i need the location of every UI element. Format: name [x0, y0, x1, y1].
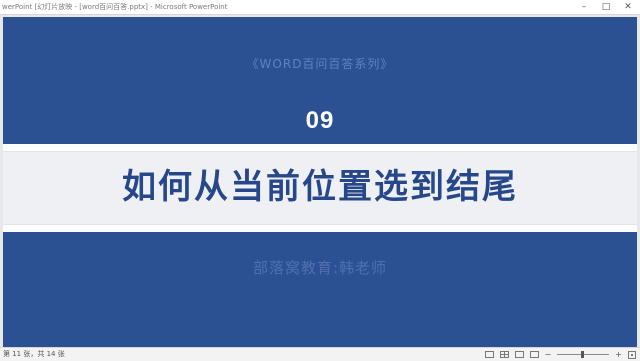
- slide-canvas[interactable]: 《WORD百问百答系列》 09 如何从当前位置选到结尾 部落窝教育:韩老师: [3, 17, 637, 347]
- zoom-slider-thumb[interactable]: [581, 351, 585, 358]
- maximize-button[interactable]: □: [600, 1, 612, 13]
- close-button[interactable]: ✕: [622, 1, 634, 13]
- episode-number: 09: [305, 107, 335, 134]
- title-band-inner: 如何从当前位置选到结尾: [3, 151, 637, 225]
- powerpoint-window: werPoint [幻灯片放映 - [word百问百答.pptx] - Micr…: [0, 0, 640, 361]
- normal-view-icon[interactable]: [484, 351, 494, 358]
- slide-title: 如何从当前位置选到结尾: [122, 167, 518, 207]
- reading-view-icon[interactable]: [514, 351, 524, 358]
- title-band: 如何从当前位置选到结尾: [3, 144, 637, 232]
- slide-sorter-icon[interactable]: [499, 351, 509, 358]
- author-credit: 部落窝教育:韩老师: [252, 259, 388, 277]
- slide-counter: 第 11 张，共 14 张: [3, 350, 65, 358]
- zoom-slider[interactable]: [557, 351, 610, 358]
- zoom-in-button[interactable]: +: [615, 348, 622, 361]
- title-bar: werPoint [幻灯片放映 - [word百问百答.pptx] - Micr…: [0, 0, 640, 15]
- fit-window-icon[interactable]: [628, 350, 636, 359]
- series-subtitle: 《WORD百问百答系列》: [246, 57, 394, 71]
- minimize-button[interactable]: –: [578, 1, 590, 13]
- status-bar: 第 11 张，共 14 张 − +: [0, 347, 640, 361]
- status-controls: − +: [484, 348, 636, 361]
- window-title: werPoint [幻灯片放映 - [word百问百答.pptx] - Micr…: [2, 3, 228, 11]
- slideshow-icon[interactable]: [529, 351, 539, 358]
- window-controls: – □ ✕: [578, 0, 634, 14]
- zoom-out-button[interactable]: −: [545, 348, 552, 361]
